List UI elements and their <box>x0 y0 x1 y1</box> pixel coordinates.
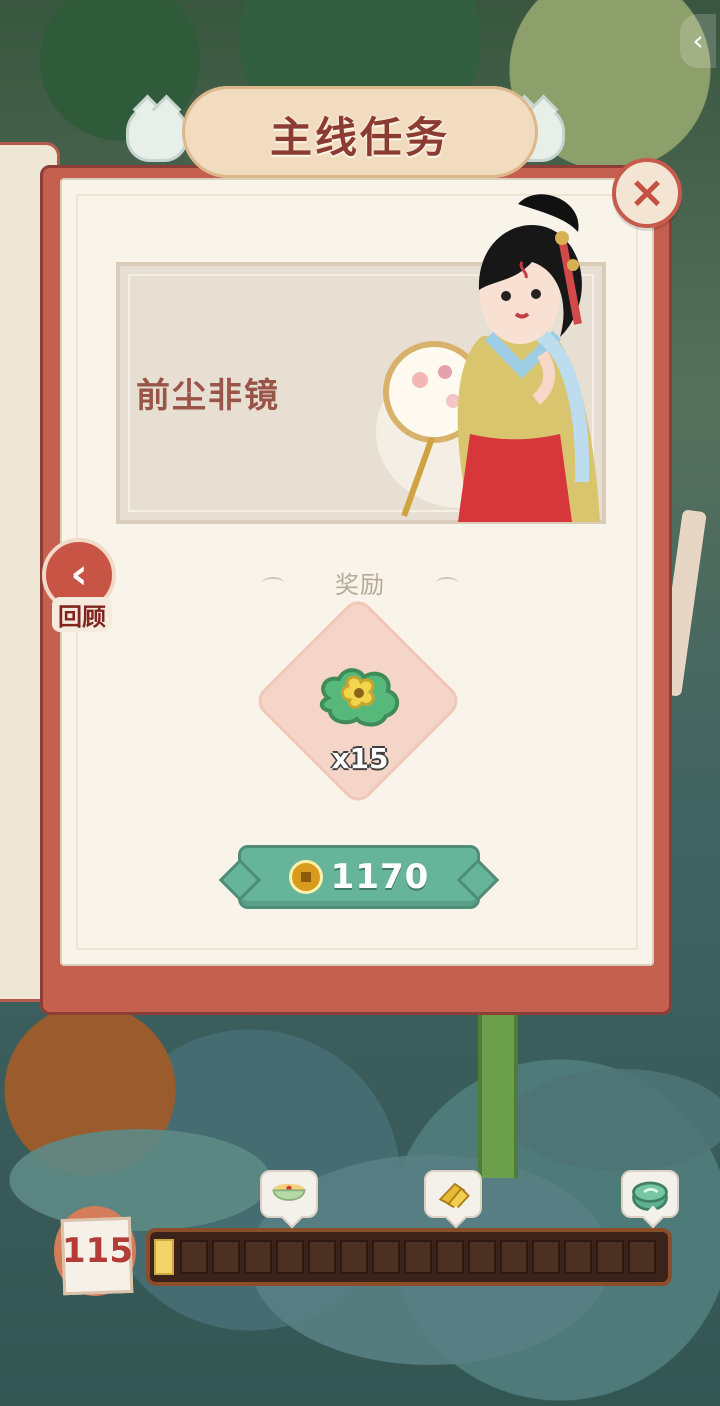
progress-slot <box>404 1240 432 1274</box>
purchase-button[interactable]: 1170 <box>238 845 480 909</box>
review-button[interactable]: ‹ 回顾 <box>42 538 120 632</box>
progress-slot <box>276 1240 304 1274</box>
back-button[interactable]: ‹ <box>680 14 716 68</box>
gold-leaf-icon <box>438 1182 470 1210</box>
progress-slot <box>340 1240 368 1274</box>
progress-slot <box>628 1240 656 1274</box>
reward-header: 奖励 <box>262 565 458 605</box>
progress-slot <box>564 1240 592 1274</box>
green-jade-pendant-icon <box>632 1181 668 1211</box>
milestone-gold-leaf[interactable] <box>424 1170 482 1218</box>
reward-title: 奖励 <box>335 571 385 599</box>
review-label: 回顾 <box>52 597 112 632</box>
progress-slot <box>244 1240 272 1274</box>
title-banner: 主线任务 <box>182 86 538 178</box>
reward-right-ornament <box>436 577 458 589</box>
page-title: 主线任务 <box>269 113 450 162</box>
purchase-price: 1170 <box>330 857 430 897</box>
green-jade-pendant-icon <box>319 668 400 727</box>
quest-name: 前尘非镜 <box>136 376 280 416</box>
reward-quantity: x15 <box>331 742 389 775</box>
close-icon: × <box>628 167 666 218</box>
female-character-portrait <box>376 194 600 522</box>
progress-fill <box>154 1239 174 1275</box>
coin-icon <box>288 860 323 894</box>
progress-slot <box>308 1240 336 1274</box>
reward-left-ornament <box>262 577 284 589</box>
bamboo-decoration <box>478 998 518 1178</box>
progress-slot <box>436 1240 464 1274</box>
progress-slot <box>596 1240 624 1274</box>
progress-slot <box>212 1240 240 1274</box>
chevron-left-icon: ‹ <box>692 24 704 57</box>
progress-bar <box>146 1228 672 1286</box>
progress-slot <box>180 1240 208 1274</box>
cat-mascot-left <box>126 104 188 162</box>
milestone-bowl[interactable] <box>260 1170 318 1218</box>
milestone-jade-pendant[interactable] <box>621 1170 679 1218</box>
bowl-icon <box>272 1183 306 1201</box>
progress-slot <box>500 1240 528 1274</box>
progress-slot <box>372 1240 400 1274</box>
progress-slot <box>532 1240 560 1274</box>
calendar-day: 115 <box>62 1231 133 1271</box>
close-button[interactable]: × <box>612 158 682 228</box>
progress-slot <box>468 1240 496 1274</box>
